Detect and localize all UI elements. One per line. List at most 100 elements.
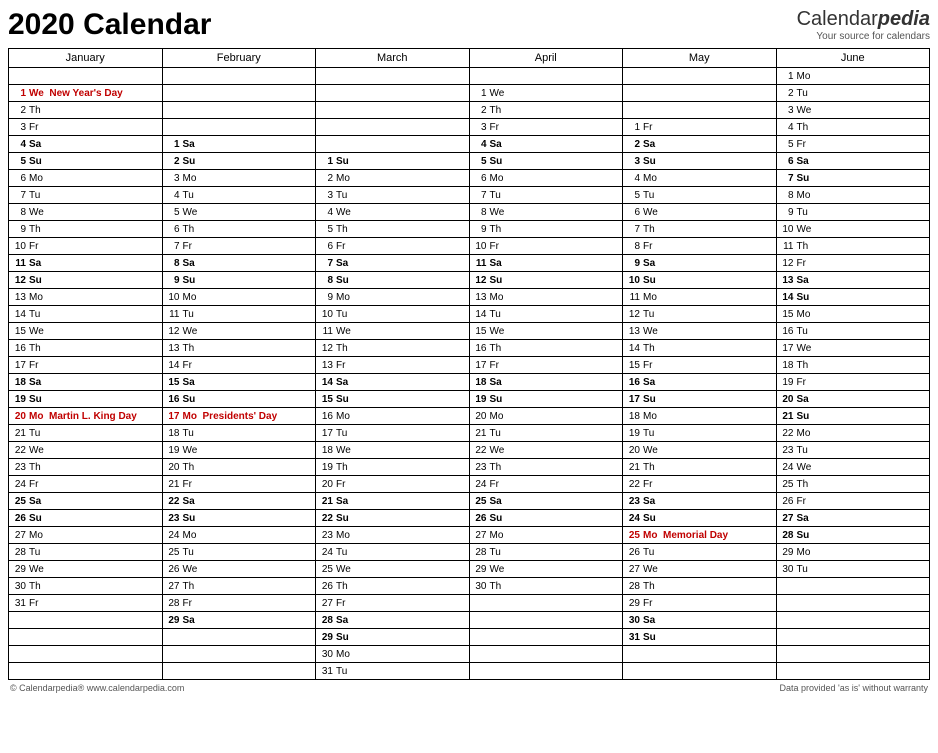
day-number: 10 xyxy=(626,275,640,286)
weekday-abbr: Th xyxy=(336,224,348,235)
weekday-abbr: Su xyxy=(490,275,503,286)
weekday-abbr: Su xyxy=(29,394,42,405)
calendar-cell: 8Sa xyxy=(162,255,316,272)
calendar-row: 26Su23Su22Su26Su24Su27Sa xyxy=(9,510,930,527)
calendar-row: 30Th27Th26Th30Th28Th xyxy=(9,578,930,595)
calendar-row: 30Mo xyxy=(9,646,930,663)
day-number: 5 xyxy=(626,190,640,201)
weekday-abbr: Th xyxy=(643,343,655,354)
day-number: 2 xyxy=(166,156,180,167)
calendar-cell: 30Th xyxy=(9,578,163,595)
calendar-cell: 6Th xyxy=(162,221,316,238)
day-number: 19 xyxy=(473,394,487,405)
calendar-cell: 28Fr xyxy=(162,595,316,612)
day-number: 4 xyxy=(166,190,180,201)
weekday-abbr: We xyxy=(643,207,658,218)
day-number: 21 xyxy=(626,462,640,473)
calendar-cell: 10We xyxy=(776,221,930,238)
brand-part2: pedia xyxy=(878,8,930,30)
weekday-abbr: Mo xyxy=(797,428,811,439)
calendar-cell: 8Mo xyxy=(776,187,930,204)
day-number: 30 xyxy=(780,564,794,575)
weekday-abbr: Sa xyxy=(29,496,41,507)
day-number: 6 xyxy=(319,241,333,252)
calendar-table: JanuaryFebruaryMarchAprilMayJune 1Mo1We … xyxy=(8,48,930,680)
weekday-abbr: Tu xyxy=(183,428,194,439)
calendar-cell xyxy=(162,629,316,646)
calendar-cell xyxy=(316,136,470,153)
calendar-cell: 6We xyxy=(623,204,777,221)
calendar-cell: 15We xyxy=(9,323,163,340)
calendar-cell: 10Mo xyxy=(162,289,316,306)
weekday-abbr: We xyxy=(29,326,44,337)
calendar-row: 28Tu25Tu24Tu28Tu26Tu29Mo xyxy=(9,544,930,561)
calendar-cell: 18Mo xyxy=(623,408,777,425)
day-number: 13 xyxy=(12,292,26,303)
weekday-abbr: Fr xyxy=(29,122,38,133)
weekday-abbr: Fr xyxy=(336,479,345,490)
weekday-abbr: Mo xyxy=(797,547,811,558)
day-number: 11 xyxy=(319,326,333,337)
weekday-abbr: Sa xyxy=(643,615,655,626)
calendar-cell: 2Th xyxy=(469,102,623,119)
weekday-abbr: Tu xyxy=(336,666,347,677)
day-number: 31 xyxy=(626,632,640,643)
weekday-abbr: Th xyxy=(490,581,502,592)
day-number: 6 xyxy=(780,156,794,167)
calendar-cell: 3We xyxy=(776,102,930,119)
calendar-cell: 27Fr xyxy=(316,595,470,612)
weekday-abbr: Tu xyxy=(643,309,654,320)
calendar-row: 29Sa28Sa30Sa xyxy=(9,612,930,629)
calendar-cell: 23Sa xyxy=(623,493,777,510)
day-number: 16 xyxy=(319,411,333,422)
calendar-cell: 16Tu xyxy=(776,323,930,340)
day-number: 7 xyxy=(319,258,333,269)
calendar-cell: 8Su xyxy=(316,272,470,289)
weekday-abbr: Sa xyxy=(183,496,195,507)
day-number: 3 xyxy=(12,122,26,133)
weekday-abbr: Th xyxy=(797,241,809,252)
weekday-abbr: We xyxy=(643,564,658,575)
calendar-cell: 3Fr xyxy=(9,119,163,136)
weekday-abbr: Tu xyxy=(336,190,347,201)
day-number: 15 xyxy=(780,309,794,320)
calendar-cell: 19Su xyxy=(9,391,163,408)
day-number: 26 xyxy=(626,547,640,558)
calendar-cell: 6Mo xyxy=(9,170,163,187)
calendar-cell: 25Sa xyxy=(469,493,623,510)
month-header: January xyxy=(9,49,163,68)
day-number: 16 xyxy=(12,343,26,354)
weekday-abbr: Mo xyxy=(336,411,350,422)
day-number: 10 xyxy=(780,224,794,235)
calendar-row: 15We12We11We15We13We16Tu xyxy=(9,323,930,340)
calendar-cell: 11Sa xyxy=(469,255,623,272)
calendar-cell xyxy=(162,102,316,119)
weekday-abbr: Su xyxy=(29,275,42,286)
day-number: 9 xyxy=(166,275,180,286)
weekday-abbr: Tu xyxy=(643,428,654,439)
day-number: 5 xyxy=(319,224,333,235)
weekday-abbr: Fr xyxy=(336,360,345,371)
calendar-cell: 8We xyxy=(469,204,623,221)
day-number: 11 xyxy=(626,292,640,303)
footer-left: © Calendarpedia® www.calendarpedia.com xyxy=(10,683,184,693)
weekday-abbr: Sa xyxy=(336,258,348,269)
calendar-cell: 17We xyxy=(776,340,930,357)
weekday-abbr: Th xyxy=(797,122,809,133)
weekday-abbr: Sa xyxy=(643,377,655,388)
calendar-cell: 9Th xyxy=(469,221,623,238)
day-number: 20 xyxy=(319,479,333,490)
day-number: 22 xyxy=(319,513,333,524)
calendar-cell xyxy=(469,612,623,629)
weekday-abbr: Fr xyxy=(336,241,345,252)
day-number: 24 xyxy=(626,513,640,524)
day-number: 29 xyxy=(166,615,180,626)
day-number: 19 xyxy=(12,394,26,405)
weekday-abbr: Th xyxy=(797,479,809,490)
weekday-abbr: Mo xyxy=(29,530,43,541)
weekday-abbr: We xyxy=(336,445,351,456)
calendar-cell: 31Fr xyxy=(9,595,163,612)
month-header: March xyxy=(316,49,470,68)
calendar-cell xyxy=(469,663,623,680)
calendar-cell: 11Th xyxy=(776,238,930,255)
